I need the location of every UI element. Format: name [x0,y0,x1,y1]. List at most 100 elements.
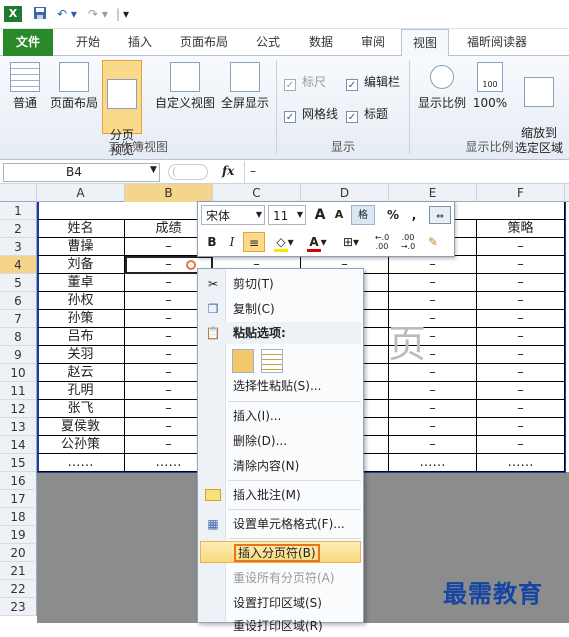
customize-quick-access-icon[interactable]: ▾ [121,6,131,22]
save-icon[interactable] [32,6,48,22]
merge-center-icon[interactable]: ⇔ [429,206,451,224]
formula-bar-expander[interactable]: ( [168,164,208,180]
column-header-d[interactable]: D [301,184,389,202]
table-cell-name[interactable]: 孔明 [37,382,125,400]
undo-button[interactable]: ↶ ▾ [53,6,81,22]
table-cell[interactable]: – [477,346,565,364]
custom-views-button[interactable]: 自定义视图 [154,62,216,132]
menu-item-clear-contents[interactable]: 清除内容(N) [200,455,361,477]
table-cell-name[interactable]: 关羽 [37,346,125,364]
table-cell-name[interactable]: 公孙策 [37,436,125,454]
formula-input[interactable]: – [250,164,256,178]
column-header-b[interactable]: B [125,184,213,202]
menu-item-format-cells[interactable]: ▦ 设置单元格格式(F)... [200,513,361,535]
select-all-corner[interactable] [0,184,37,202]
table-cell[interactable]: – [389,400,477,418]
table-cell-name[interactable]: 夏侯敦 [37,418,125,436]
table-cell[interactable]: – [477,364,565,382]
decrease-decimal-button[interactable]: .00 →.0 [396,232,420,252]
name-box[interactable]: B4 [3,163,160,182]
row-header[interactable]: 2 [0,220,37,238]
table-cell[interactable]: – [477,238,565,256]
row-header[interactable]: 4 [0,256,37,274]
table-cell[interactable]: – [477,382,565,400]
tab-view[interactable]: 视图 [401,29,449,57]
chevron-down-icon[interactable]: ▼ [295,205,305,225]
tab-home[interactable]: 开始 [63,29,113,56]
menu-item-copy[interactable]: ❐ 复制(C) [200,298,361,320]
paste-values-button[interactable] [261,349,283,373]
tab-page-layout[interactable]: 页面布局 [170,29,238,56]
format-painter-style-icon[interactable]: 格 [351,205,375,225]
zoom-to-selection-button[interactable]: 缩放到 选定区域 [512,62,566,155]
gridlines-checkbox[interactable]: ✓ 网格线 [284,106,338,123]
row-header[interactable]: 18 [0,508,37,526]
paste-options-icon[interactable] [186,260,196,270]
row-header[interactable]: 13 [0,418,37,436]
normal-view-button[interactable]: 普通 [4,62,46,132]
row-header[interactable]: 21 [0,562,37,580]
align-center-icon[interactable]: ≡ [243,232,265,252]
ruler-checkbox[interactable]: ✓ 标尺 [284,74,326,91]
table-cell[interactable]: …… [477,454,565,472]
table-cell[interactable]: – [477,328,565,346]
column-header-f[interactable]: F [477,184,565,202]
grow-font-button[interactable]: A [311,205,329,225]
row-header[interactable]: 5 [0,274,37,292]
borders-icon[interactable]: ⊞▾ [336,232,366,252]
menu-item-set-print-area[interactable]: 设置打印区域(S) [200,592,361,614]
fx-icon[interactable]: fx [222,164,234,178]
tab-data[interactable]: 数据 [298,29,344,56]
row-header[interactable]: 8 [0,328,37,346]
column-header-a[interactable]: A [37,184,125,202]
table-cell[interactable]: – [389,292,477,310]
column-header-e[interactable]: E [389,184,477,202]
tab-file[interactable]: 文件 [3,29,53,56]
menu-item-delete[interactable]: 删除(D)... [200,430,361,452]
table-cell[interactable]: – [477,436,565,454]
bold-button[interactable]: B [203,232,221,252]
page-break-preview-button[interactable]: 分页 预览 [102,60,142,157]
table-cell[interactable]: – [389,274,477,292]
table-cell[interactable]: – [389,382,477,400]
table-cell[interactable]: – [477,256,565,274]
table-cell[interactable]: – [477,292,565,310]
comma-style-button[interactable]: , [406,205,422,225]
table-cell-name[interactable]: 孙权 [37,292,125,310]
menu-item-insert-page-break[interactable]: 插入分页符(B) [200,541,361,563]
table-cell[interactable]: …… [389,454,477,472]
chevron-down-icon[interactable]: ▼ [150,165,157,175]
headings-checkbox[interactable]: ✓ 标题 [346,106,388,123]
row-header[interactable]: 10 [0,364,37,382]
row-header[interactable]: 15 [0,454,37,472]
tab-foxit-reader[interactable]: 福昕阅读器 [455,29,539,56]
zoom-button[interactable]: 显示比例 [414,62,470,132]
menu-item-reset-print-area[interactable]: 重设打印区域(R) [200,615,361,637]
table-cell-name[interactable]: 刘备 [37,256,125,274]
tab-review[interactable]: 审阅 [350,29,396,56]
row-header[interactable]: 14 [0,436,37,454]
table-cell[interactable]: – [477,418,565,436]
row-header[interactable]: 22 [0,580,37,598]
row-header[interactable]: 3 [0,238,37,256]
paste-button[interactable] [232,349,254,373]
fill-color-icon[interactable]: ◇ ▾ [269,232,299,252]
table-cell-name[interactable]: 赵云 [37,364,125,382]
table-header-cell[interactable]: 姓名 [37,220,125,238]
table-cell-name[interactable]: 曹操 [37,238,125,256]
shrink-font-button[interactable]: A [331,205,347,225]
table-cell-name[interactable]: 张飞 [37,400,125,418]
table-cell[interactable]: – [389,436,477,454]
row-header[interactable]: 20 [0,544,37,562]
zoom-100-button[interactable]: 100 100% [471,62,509,132]
table-cell-name[interactable]: …… [37,454,125,472]
row-header[interactable]: 16 [0,472,37,490]
italic-button[interactable]: I [223,232,241,252]
table-cell-name[interactable]: 董卓 [37,274,125,292]
row-header[interactable]: 6 [0,292,37,310]
table-cell[interactable]: – [477,310,565,328]
menu-item-reset-page-breaks[interactable]: 重设所有分页符(A) [200,567,361,589]
table-cell-name[interactable]: 孙策 [37,310,125,328]
menu-item-cut[interactable]: ✂ 剪切(T) [200,273,361,295]
chevron-down-icon[interactable]: ▼ [254,205,264,225]
